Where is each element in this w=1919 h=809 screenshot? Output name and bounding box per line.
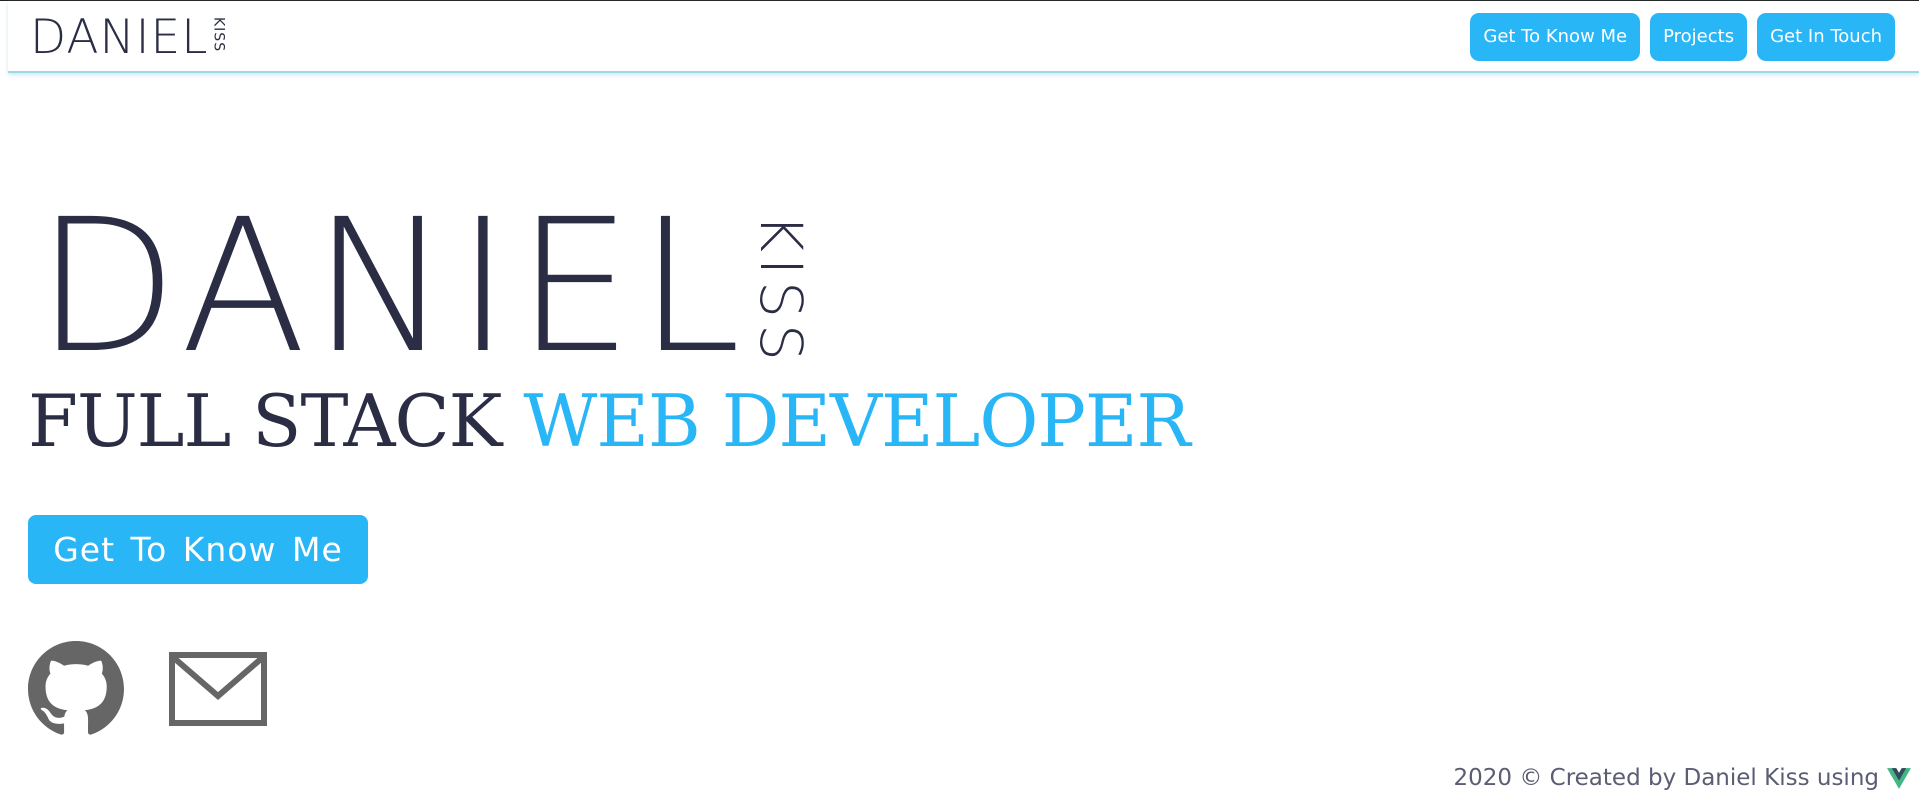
- github-link[interactable]: [28, 641, 124, 742]
- social-links: [28, 641, 267, 742]
- nav-get-in-touch-button[interactable]: Get In Touch: [1757, 13, 1895, 61]
- navbar: DANIEL KISS Get To Know Me Projects Get …: [8, 1, 1919, 73]
- hero-first-name: DANIEL: [36, 180, 747, 394]
- hero-title-accent: WEB DEVELOPER: [523, 379, 1190, 463]
- nav-projects-button[interactable]: Projects: [1650, 13, 1748, 61]
- vue-logo-icon: [1887, 767, 1911, 789]
- footer: 2020 © Created by Daniel Kiss using: [1453, 765, 1911, 791]
- hero-last-name: KISS: [747, 214, 815, 367]
- nav-get-to-know-me-button[interactable]: Get To Know Me: [1470, 13, 1641, 61]
- hero-title-dark: FULL STACK: [28, 379, 502, 463]
- get-to-know-me-button[interactable]: Get To Know Me: [28, 515, 368, 584]
- email-link[interactable]: [169, 652, 267, 731]
- github-icon: [28, 641, 124, 735]
- logo-last-name: KISS: [210, 17, 227, 53]
- hero-title: FULL STACK WEB DEVELOPER: [28, 376, 1191, 466]
- logo-first-name: DANIEL: [30, 10, 209, 65]
- footer-text: 2020 © Created by Daniel Kiss using: [1453, 765, 1879, 791]
- nav-links: Get To Know Me Projects Get In Touch: [1470, 13, 1895, 61]
- hero-name: DANIEL KISS: [36, 180, 815, 394]
- mail-icon: [169, 652, 267, 726]
- site-logo[interactable]: DANIEL KISS: [30, 10, 227, 65]
